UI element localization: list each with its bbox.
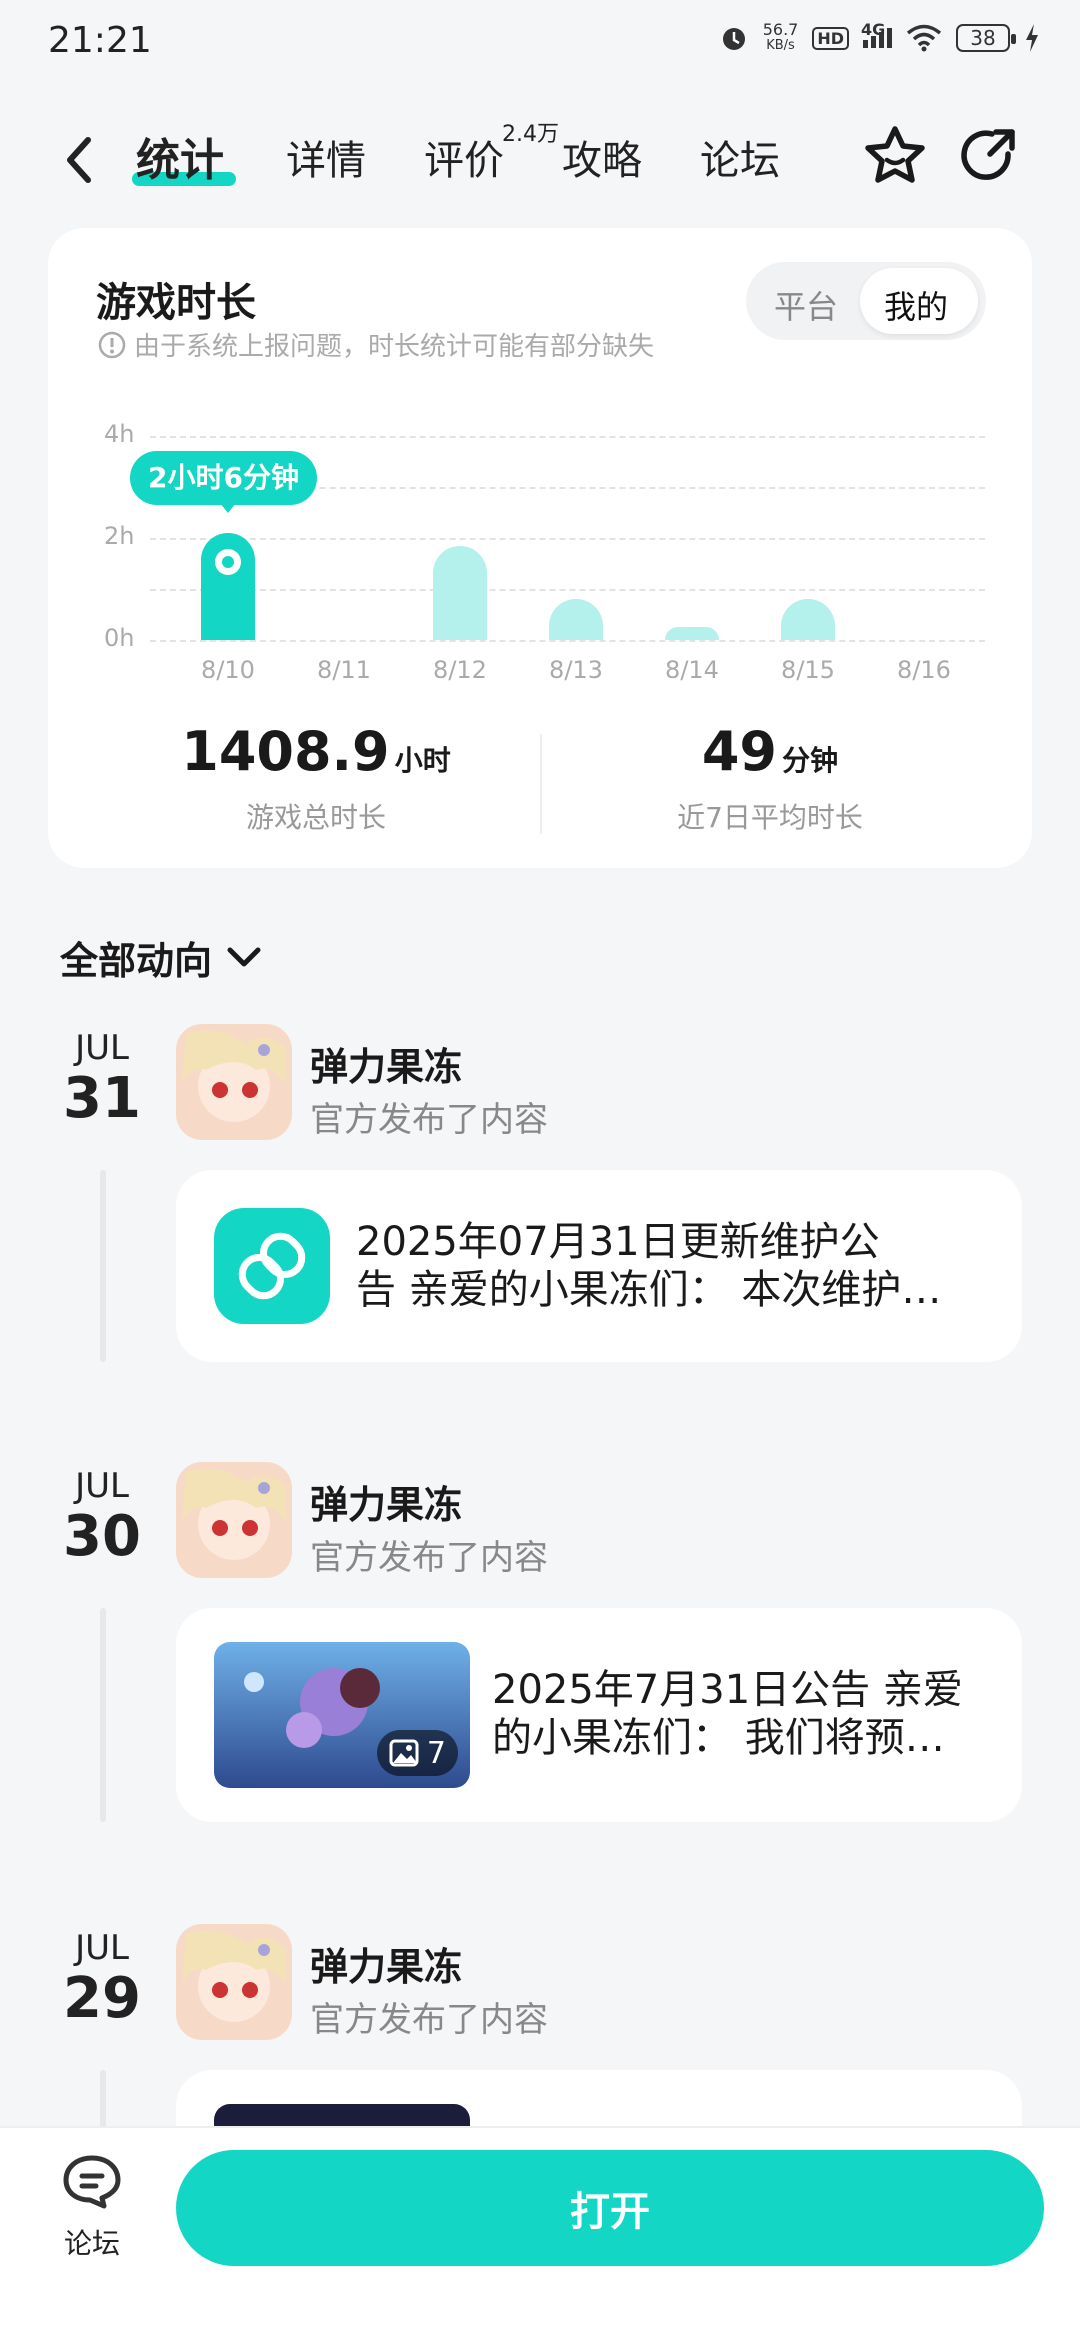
forum-chat-icon — [63, 2155, 121, 2209]
alarm-icon — [722, 28, 745, 50]
feed-author[interactable]: 弹力果冻 — [310, 1474, 462, 1529]
feed-month: JUL — [75, 1028, 129, 1068]
forum-shortcut[interactable]: 论坛 — [52, 2152, 132, 2262]
stats-divider — [540, 734, 542, 834]
game-avatar[interactable] — [176, 1024, 292, 1140]
avg-label: 近7日平均时长 — [677, 801, 863, 834]
feed-action: 官方发布了内容 — [310, 1538, 548, 1578]
post-text-line: 2025年7月31日公告 亲爱 — [492, 1667, 963, 1713]
total-label: 游戏总时长 — [245, 801, 386, 834]
image-count: 7 — [426, 1735, 446, 1771]
hd-badge: HD — [812, 26, 849, 50]
share-icon[interactable] — [958, 124, 1022, 188]
game-avatar[interactable] — [176, 1462, 292, 1578]
data-notice: 由于系统上报问题，时长统计可能有部分缺失 — [98, 326, 654, 363]
reviews-count-badge: 2.4万 — [502, 122, 559, 147]
feed-day: 29 — [63, 1966, 141, 2031]
tab-guides[interactable]: 攻略 — [562, 128, 642, 186]
tab-forum[interactable]: 论坛 — [700, 128, 780, 186]
image-count-badge: 7 — [376, 1730, 458, 1776]
post-text: 2025年07月31日更新维护公 告 亲爱的小果冻们： 本次维护… — [356, 1218, 996, 1314]
charging-icon — [1026, 24, 1038, 52]
tab-details[interactable]: 详情 — [286, 128, 366, 186]
feed-day: 31 — [63, 1066, 141, 1131]
avg-unit: 分钟 — [782, 744, 839, 777]
feed-month: JUL — [75, 1928, 129, 1968]
status-icons: 56.7 KB/s HD 4G 38 — [719, 20, 1040, 54]
post-text-line: 的小果冻们： 我们将预… — [492, 1715, 945, 1761]
notice-text: 由于系统上报问题，时长统计可能有部分缺失 — [134, 332, 655, 362]
info-icon — [98, 331, 126, 358]
forum-label: 论坛 — [63, 2227, 120, 2260]
avg-playtime: 49 分钟 — [550, 720, 990, 783]
back-arrow-icon[interactable] — [58, 130, 98, 190]
tab-stats[interactable]: 统计 — [136, 124, 224, 188]
feed-filter-label: 全部动向 — [60, 939, 213, 983]
favorite-star-icon[interactable] — [862, 124, 928, 188]
total-unit: 小时 — [394, 744, 451, 777]
net-speed: 56.7 KB/s — [762, 20, 799, 54]
chevron-down-icon — [227, 947, 261, 966]
signal-icon: 4G — [861, 20, 892, 48]
battery-icon: 38 — [956, 24, 1016, 52]
timeline-line — [100, 1608, 106, 1822]
tab-reviews[interactable]: 评价 — [424, 128, 504, 186]
post-text-line: 2025年07月31日更新维护公 — [356, 1219, 880, 1265]
feed-author[interactable]: 弹力果冻 — [310, 1936, 462, 1991]
total-value: 1408.9 — [181, 720, 390, 783]
game-avatar[interactable] — [176, 1924, 292, 2040]
wifi-icon — [906, 24, 942, 52]
post-text: 2025年7月31日公告 亲爱 的小果冻们： 我们将预… — [492, 1666, 992, 1762]
toggle-mine[interactable]: 我的 — [884, 282, 948, 328]
avg-value: 49 — [701, 720, 778, 783]
feed-action: 官方发布了内容 — [310, 2000, 548, 2040]
status-time: 21:21 — [48, 20, 152, 61]
timeline-line — [100, 1170, 106, 1362]
toggle-platform[interactable]: 平台 — [774, 282, 838, 328]
link-icon — [214, 1208, 330, 1324]
post-text-line: 告 亲爱的小果冻们： 本次维护… — [356, 1267, 942, 1313]
feed-filter[interactable]: 全部动向 — [60, 930, 262, 985]
post-thumbnail[interactable]: 7 — [214, 1642, 470, 1788]
feed-action: 官方发布了内容 — [310, 1100, 548, 1140]
image-icon — [389, 1739, 419, 1767]
open-game-button[interactable]: 打开 — [176, 2150, 1044, 2266]
feed-day: 30 — [63, 1504, 141, 1569]
playtime-title: 游戏时长 — [96, 280, 256, 326]
feed-month: JUL — [75, 1466, 129, 1506]
total-playtime: 1408.9 小时 — [96, 720, 536, 783]
feed-author[interactable]: 弹力果冻 — [310, 1036, 462, 1091]
